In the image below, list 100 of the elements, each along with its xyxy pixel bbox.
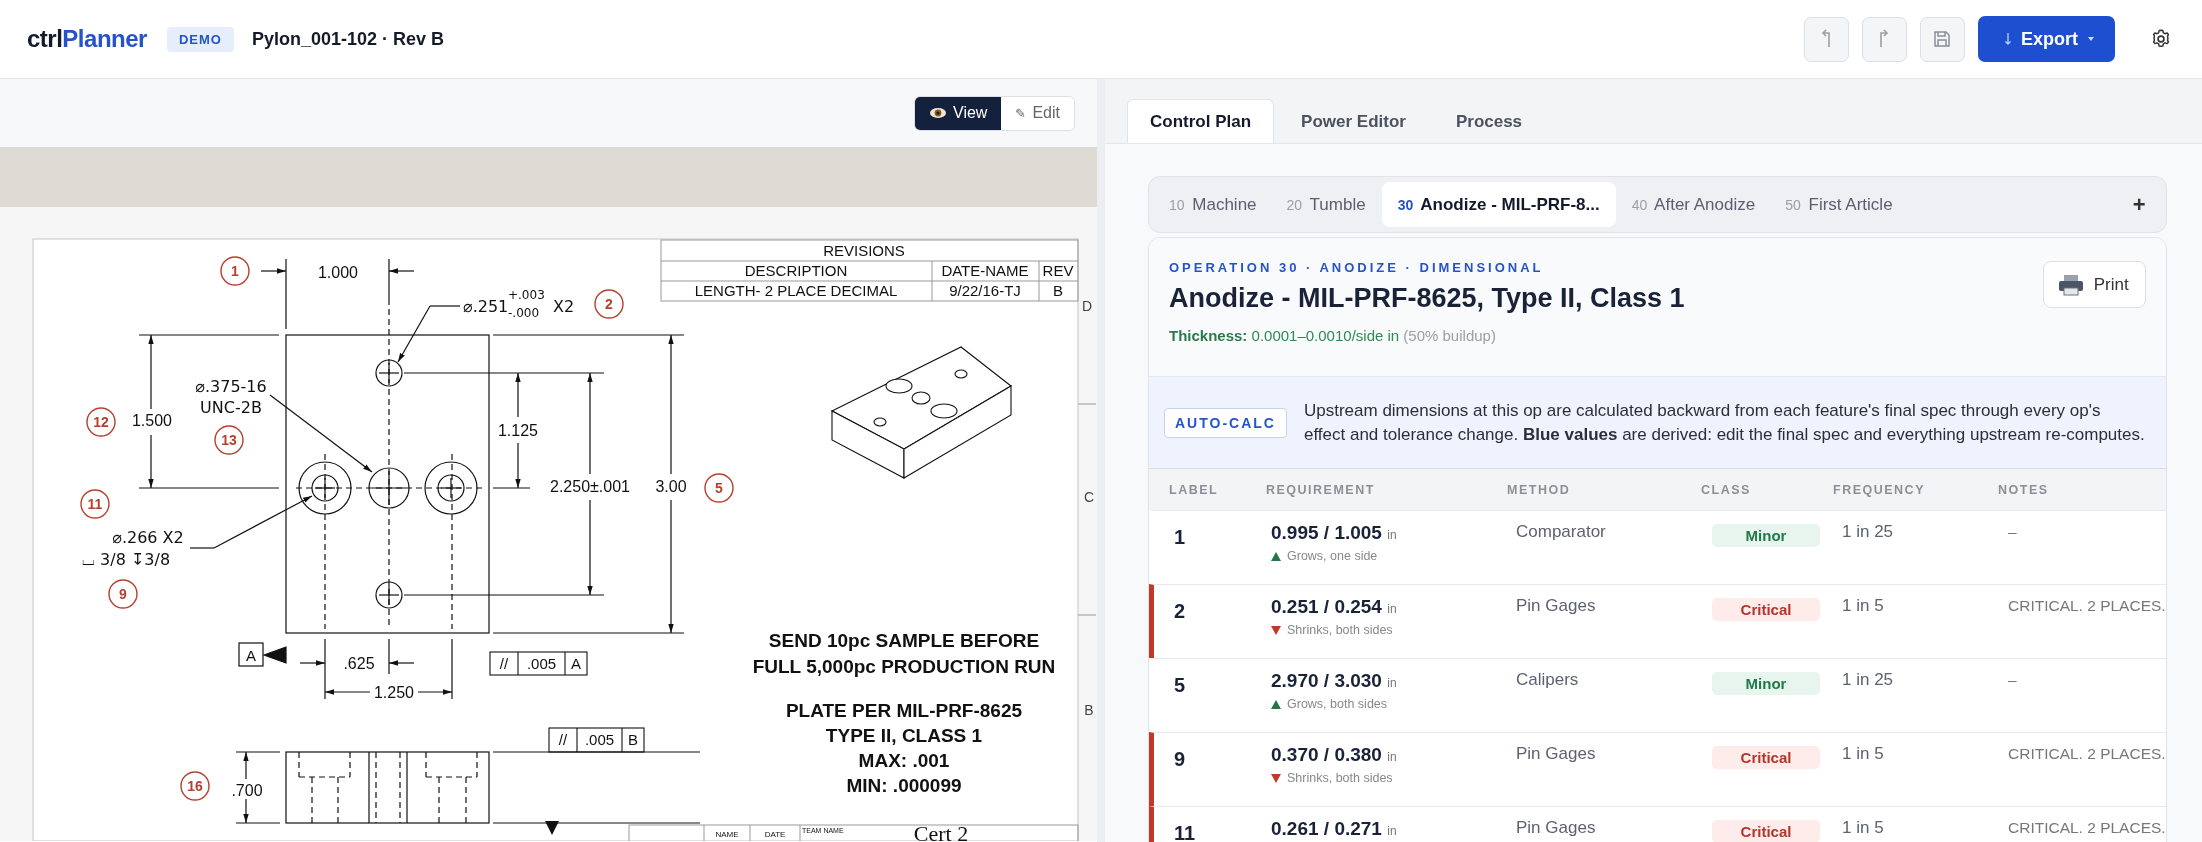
dimension-text: .625 (343, 655, 375, 672)
column-header: FREQUENCY (1833, 482, 1926, 497)
column-header: METHOD (1507, 482, 1572, 497)
thickness-spec: Thickness: 0.0001–0.0010/side in (50% buildup) (1169, 327, 1497, 344)
column-header: REQUIREMENT (1266, 482, 1376, 497)
requirement-value: 2.970 / 3.030 in (1271, 670, 1398, 693)
drawing-note: MIN: .000099 (846, 775, 962, 796)
frequency-cell-text: 1 in 25 (1841, 522, 1895, 542)
info-text: Upstream dimensions at this op are calculated backward from each feature's final spec through every op's effect and tolerance change. Blue values are derived: edit the final spec and everything upstream re-computes. (1303, 399, 2146, 446)
hole-note: -.000 (508, 306, 540, 320)
table-row[interactable]: 2 0.251 / 0.254 in Shrinks, both sides Pin Gages Critical 1 in 5 CRITICAL. 2 PLACES. (1149, 584, 2166, 658)
operation-label: OPERATION 30 · ANODIZE · DIMENSIONAL (1169, 260, 1545, 275)
frequency-cell-text: 1 in 5 (1841, 744, 1885, 764)
table-cell: LENGTH- 2 PLACE DECIMAL (694, 282, 898, 299)
operation-tab[interactable]: 20 Tumble (1272, 182, 1380, 227)
export-button[interactable]: Export (1978, 16, 2115, 62)
class-badge: Minor (1712, 524, 1820, 547)
tolerance-value: .005 (526, 655, 557, 672)
method-cell-text: Calipers (1515, 670, 1580, 690)
download-icon (2004, 31, 2012, 47)
title-block-label: NAME (715, 830, 739, 839)
hole-note: ⌀.266 X2 (112, 528, 184, 547)
datum-reference: B (628, 731, 638, 748)
dimension-text: 3.00 (655, 478, 687, 495)
dimension-text: 2.250±.001 (550, 478, 630, 495)
class-badge: Critical (1712, 820, 1820, 842)
drawing-note: TYPE II, CLASS 1 (825, 725, 983, 746)
panel-tab[interactable]: Process (1432, 99, 1546, 143)
datum-reference: A (571, 655, 581, 672)
callout-bubble[interactable]: 5 (704, 473, 734, 503)
table-row[interactable]: 5 2.970 / 3.030 in Grows, both sides Calipers Minor 1 in 25 – (1149, 658, 2166, 732)
class-badge: Critical (1712, 598, 1820, 621)
requirement-value: 0.370 / 0.380 in (1271, 744, 1398, 767)
label-cell-text: 5 (1173, 673, 1187, 696)
trend-text: Grows, one side (1287, 549, 1378, 563)
logo[interactable]: ctrlPlanner (27, 25, 147, 53)
notes-cell-text: – (2007, 522, 2018, 542)
operation-tab[interactable]: 10 Machine (1155, 182, 1271, 227)
demo-badge: DEMO (166, 26, 234, 52)
operation-tab[interactable]: 50 First Article (1771, 182, 1907, 227)
table-row[interactable]: 1 0.995 / 1.005 in Grows, one side Comparator Minor 1 in 25 – (1149, 510, 2166, 584)
settings-icon[interactable] (2150, 28, 2172, 50)
trend-text: Grows, both sides (1287, 697, 1388, 711)
callout-bubble[interactable]: 11 (80, 489, 110, 519)
hole-note: ⌴ 3/8 ↧3/8 (82, 550, 171, 569)
add-operation-button[interactable]: + (2118, 191, 2160, 218)
datum-triangle (545, 821, 559, 835)
frequency-cell-text: 1 in 5 (1841, 818, 1885, 838)
column-header: LABEL (1169, 482, 1220, 497)
table-title: REVISIONS (823, 242, 905, 259)
save-button[interactable] (1920, 16, 1965, 62)
callout-bubble[interactable]: 12 (86, 407, 116, 437)
table-cell: B (1053, 282, 1063, 299)
label-cell-text: 1 (1173, 525, 1187, 548)
drawing-note: PLATE PER MIL-PRF-8625 (785, 700, 1023, 721)
drawing-note: SEND 10pc SAMPLE BEFORE (768, 630, 1040, 651)
print-button[interactable]: Print (2042, 261, 2146, 308)
table-header-cell: DESCRIPTION (744, 262, 848, 279)
tolerance-value: .005 (584, 731, 615, 748)
callout-bubble[interactable]: 13 (214, 425, 244, 455)
trend-text: Shrinks, both sides (1287, 623, 1393, 637)
operation-tab[interactable]: 30 Anodize - MIL-PRF-8... (1381, 182, 1616, 227)
zone-letter: D (1081, 298, 1093, 314)
method-cell-text: Comparator (1515, 522, 1607, 542)
table-header-cell: DATE-NAME (941, 262, 1029, 279)
callout-bubble[interactable]: 2 (594, 289, 624, 319)
caret-icon (2087, 35, 2095, 43)
redo-button[interactable] (1862, 16, 1907, 62)
callout-bubble[interactable]: 1 (220, 256, 250, 286)
notes-cell-text: CRITICAL. 2 PLACES. (2007, 744, 2166, 764)
hole-note: +.003 (508, 288, 545, 302)
datum-label: A (246, 647, 256, 664)
table-row[interactable]: 11 0.261 / 0.271 in Pin Gages Critical 1 in 5 CRITICAL. 2 PLACES. (1149, 806, 2166, 842)
undo-button[interactable] (1804, 16, 1849, 62)
tolerance-symbol: // (499, 655, 509, 672)
view-mode-button[interactable]: View (915, 96, 1002, 130)
table-header-cell: REV (1042, 262, 1074, 279)
frequency-cell-text: 1 in 25 (1841, 670, 1895, 690)
column-header: CLASS (1701, 482, 1752, 497)
dimension-text: 1.000 (318, 264, 358, 281)
label-cell-text: 2 (1173, 599, 1187, 622)
dimension-text: 1.125 (498, 422, 538, 439)
callout-bubble[interactable]: 9 (108, 579, 138, 609)
drawing-note: FULL 5,000pc PRODUCTION RUN (752, 656, 1056, 677)
zone-letter: C (1083, 489, 1095, 505)
table-row[interactable]: 9 0.370 / 0.380 in Shrinks, both sides Pin Gages Critical 1 in 5 CRITICAL. 2 PLACES. (1149, 732, 2166, 806)
label-cell-text: 11 (1173, 821, 1197, 842)
zone-letter: B (1084, 702, 1094, 718)
title-block-title: Cert 2 (913, 821, 969, 841)
operation-tab[interactable]: 40 After Anodize (1617, 182, 1770, 227)
title-block-label: DATE (764, 830, 786, 839)
document-title: Pylon_001-102 · Rev B (251, 28, 444, 50)
hole-note: X2 (553, 297, 575, 316)
panel-tab[interactable]: Control Plan (1127, 99, 1275, 143)
panel-tab[interactable]: Power Editor (1278, 99, 1429, 143)
tolerance-symbol: // (558, 731, 568, 748)
notes-cell-text: CRITICAL. 2 PLACES. (2007, 596, 2166, 616)
dimension-text: .700 (231, 782, 263, 799)
requirement-value: 0.251 / 0.254 in (1271, 596, 1398, 619)
callout-bubble[interactable]: 16 (180, 771, 210, 801)
